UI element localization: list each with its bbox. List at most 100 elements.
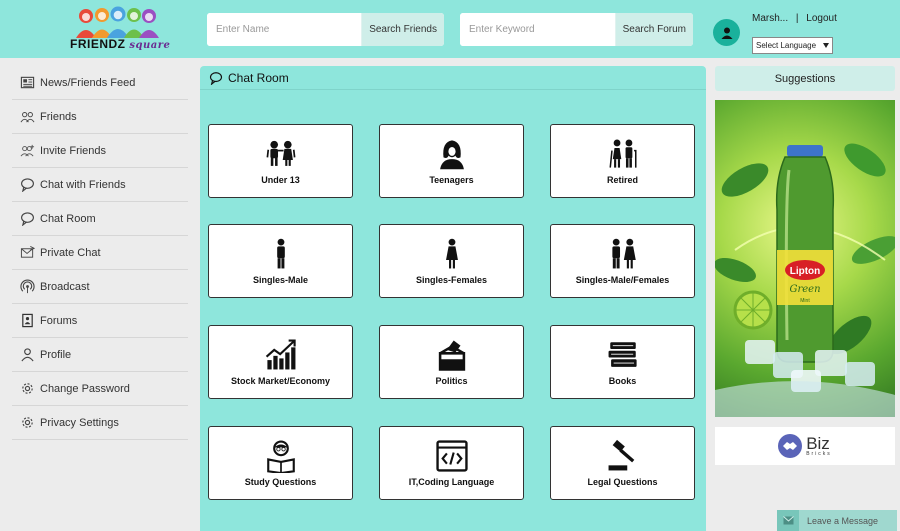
- user-icon: [21, 348, 34, 362]
- forum-icon: [22, 313, 33, 328]
- room-tile-label: Stock Market/Economy: [230, 376, 331, 386]
- envelope-icon: [20, 245, 35, 258]
- sidebar-item-chat-room[interactable]: Chat Room: [12, 202, 188, 236]
- sidebar-item-friends[interactable]: Friends: [12, 100, 188, 134]
- room-tile-stock-market[interactable]: Stock Market/Economy: [208, 325, 353, 399]
- sidebar-item-label: Invite Friends: [40, 144, 107, 157]
- gavel-icon: [608, 439, 634, 471]
- search-forum-box: Search Forum: [460, 13, 693, 46]
- chevron-down-icon: [823, 43, 829, 48]
- room-tile-teenagers[interactable]: Teenagers: [379, 124, 524, 198]
- student-reading-icon: [266, 440, 295, 473]
- user-info: Marsh... | Logout: [752, 13, 837, 24]
- room-tile-politics[interactable]: Politics: [379, 325, 524, 399]
- chat-room-header: Chat Room: [200, 66, 706, 90]
- search-friends-input[interactable]: [207, 13, 362, 46]
- room-tile-legal-questions[interactable]: Legal Questions: [550, 426, 695, 500]
- logo-text: FRIENDZ square: [70, 37, 170, 51]
- room-tile-study-questions[interactable]: Study Questions: [208, 426, 353, 500]
- chat-bubble-icon: [21, 178, 34, 192]
- room-tile-retired[interactable]: Retired: [550, 124, 695, 198]
- user-name[interactable]: Marsh...: [752, 13, 788, 24]
- sidebar-item-profile[interactable]: Profile: [12, 338, 188, 372]
- logo-text-main: FRIENDZ: [70, 37, 126, 51]
- search-forum-button[interactable]: Search Forum: [614, 13, 693, 46]
- gear-icon: [22, 383, 33, 394]
- room-tile-singles-male-females[interactable]: Singles-Male/Females: [550, 224, 695, 298]
- user-avatar-icon: [721, 27, 732, 39]
- biz-bricks-logo-text: Biz Bricks: [806, 435, 832, 457]
- stock-chart-icon: [265, 339, 296, 370]
- elderly-couple-icon: [608, 139, 637, 168]
- user-avatar[interactable]: [713, 19, 740, 46]
- biz-sub: Bricks: [806, 451, 832, 457]
- books-icon: [608, 342, 637, 367]
- friends-icon: [20, 112, 35, 123]
- language-select[interactable]: Select Language: [752, 37, 833, 54]
- sidebar-item-label: Broadcast: [40, 280, 90, 293]
- sidebar-item-label: News/Friends Feed: [40, 76, 136, 89]
- message-icon: [777, 510, 799, 531]
- page-title: Chat Room: [228, 70, 289, 85]
- broadcast-icon: [20, 279, 35, 294]
- room-tile-singles-male[interactable]: Singles-Male: [208, 224, 353, 298]
- ad-product-text: Green: [789, 284, 820, 295]
- sidebar-item-chat-with-friends[interactable]: Chat with Friends: [12, 168, 188, 202]
- lipton-bottle-ad-image: Lipton Green Mint: [715, 143, 895, 417]
- biz-bricks-ad[interactable]: Biz Bricks: [715, 427, 895, 465]
- male-icon: [276, 238, 285, 269]
- room-tile-label: Retired: [606, 175, 638, 185]
- room-tile-label: Singles-Male/Females: [575, 275, 670, 285]
- sidebar-item-label: Profile: [40, 348, 72, 361]
- code-window-icon: [435, 440, 468, 472]
- handshake-icon: [778, 434, 803, 458]
- room-tile-label: Singles-Male: [252, 275, 308, 285]
- biz-name: Biz: [806, 434, 830, 453]
- sidebar-item-forums[interactable]: Forums: [12, 304, 188, 338]
- gear-icon: [22, 417, 33, 428]
- lipton-green-tea-ad[interactable]: Lipton Green Mint: [715, 100, 895, 417]
- room-tile-books[interactable]: Books: [550, 325, 695, 399]
- sidebar-item-invite-friends[interactable]: Invite Friends: [12, 134, 188, 168]
- header-bar: FRIENDZ square Search Friends Search For…: [0, 0, 900, 58]
- ballot-box-icon: [438, 340, 465, 371]
- sidebar-item-broadcast[interactable]: Broadcast: [12, 270, 188, 304]
- user-separator: |: [795, 13, 799, 24]
- ad-variant-text: Mint: [800, 298, 810, 304]
- female-icon: [445, 238, 458, 269]
- teen-girl-icon: [439, 140, 464, 170]
- sidebar-item-label: Private Chat: [40, 246, 101, 259]
- room-tile-label: Politics: [435, 376, 468, 386]
- leave-message-label: Leave a Message: [807, 515, 879, 526]
- sidebar-item-label: Privacy Settings: [40, 416, 119, 429]
- sidebar-item-label: Friends: [40, 110, 77, 123]
- room-tile-singles-females[interactable]: Singles-Females: [379, 224, 524, 298]
- logo-people-icon: [76, 6, 159, 38]
- chat-room-panel: Chat Room Under 13 Teenagers Retired Sin…: [200, 66, 706, 531]
- sidebar-item-label: Chat Room: [40, 212, 96, 225]
- room-tile-under-13[interactable]: Under 13: [208, 124, 353, 198]
- suggestions-header: Suggestions: [715, 66, 895, 91]
- room-tile-label: IT,Coding Language: [408, 477, 495, 487]
- room-tile-label: Singles-Females: [415, 275, 488, 285]
- leave-message-button[interactable]: Leave a Message: [777, 510, 897, 531]
- sidebar-item-label: Chat with Friends: [40, 178, 126, 191]
- sidebar-item-label: Change Password: [40, 382, 130, 395]
- chat-bubble-icon: [209, 71, 223, 85]
- sidebar-item-privacy-settings[interactable]: Privacy Settings: [12, 406, 188, 440]
- sidebar-item-private-chat[interactable]: Private Chat: [12, 236, 188, 270]
- room-tile-label: Legal Questions: [587, 477, 658, 487]
- logout-link[interactable]: Logout: [806, 13, 837, 24]
- search-friends-button[interactable]: Search Friends: [361, 13, 444, 46]
- site-logo[interactable]: FRIENDZ square: [70, 6, 170, 54]
- ad-brand-text: Lipton: [790, 266, 821, 277]
- sidebar-item-news-feed[interactable]: News/Friends Feed: [12, 66, 188, 100]
- search-forum-input[interactable]: [460, 13, 615, 46]
- children-icon: [266, 140, 295, 166]
- sidebar-item-change-password[interactable]: Change Password: [12, 372, 188, 406]
- search-friends-box: Search Friends: [207, 13, 444, 46]
- sidebar-item-label: Forums: [40, 314, 78, 327]
- room-tile-it-coding[interactable]: IT,Coding Language: [379, 426, 524, 500]
- logo-text-sub: square: [129, 40, 171, 51]
- room-tile-label: Study Questions: [244, 477, 317, 487]
